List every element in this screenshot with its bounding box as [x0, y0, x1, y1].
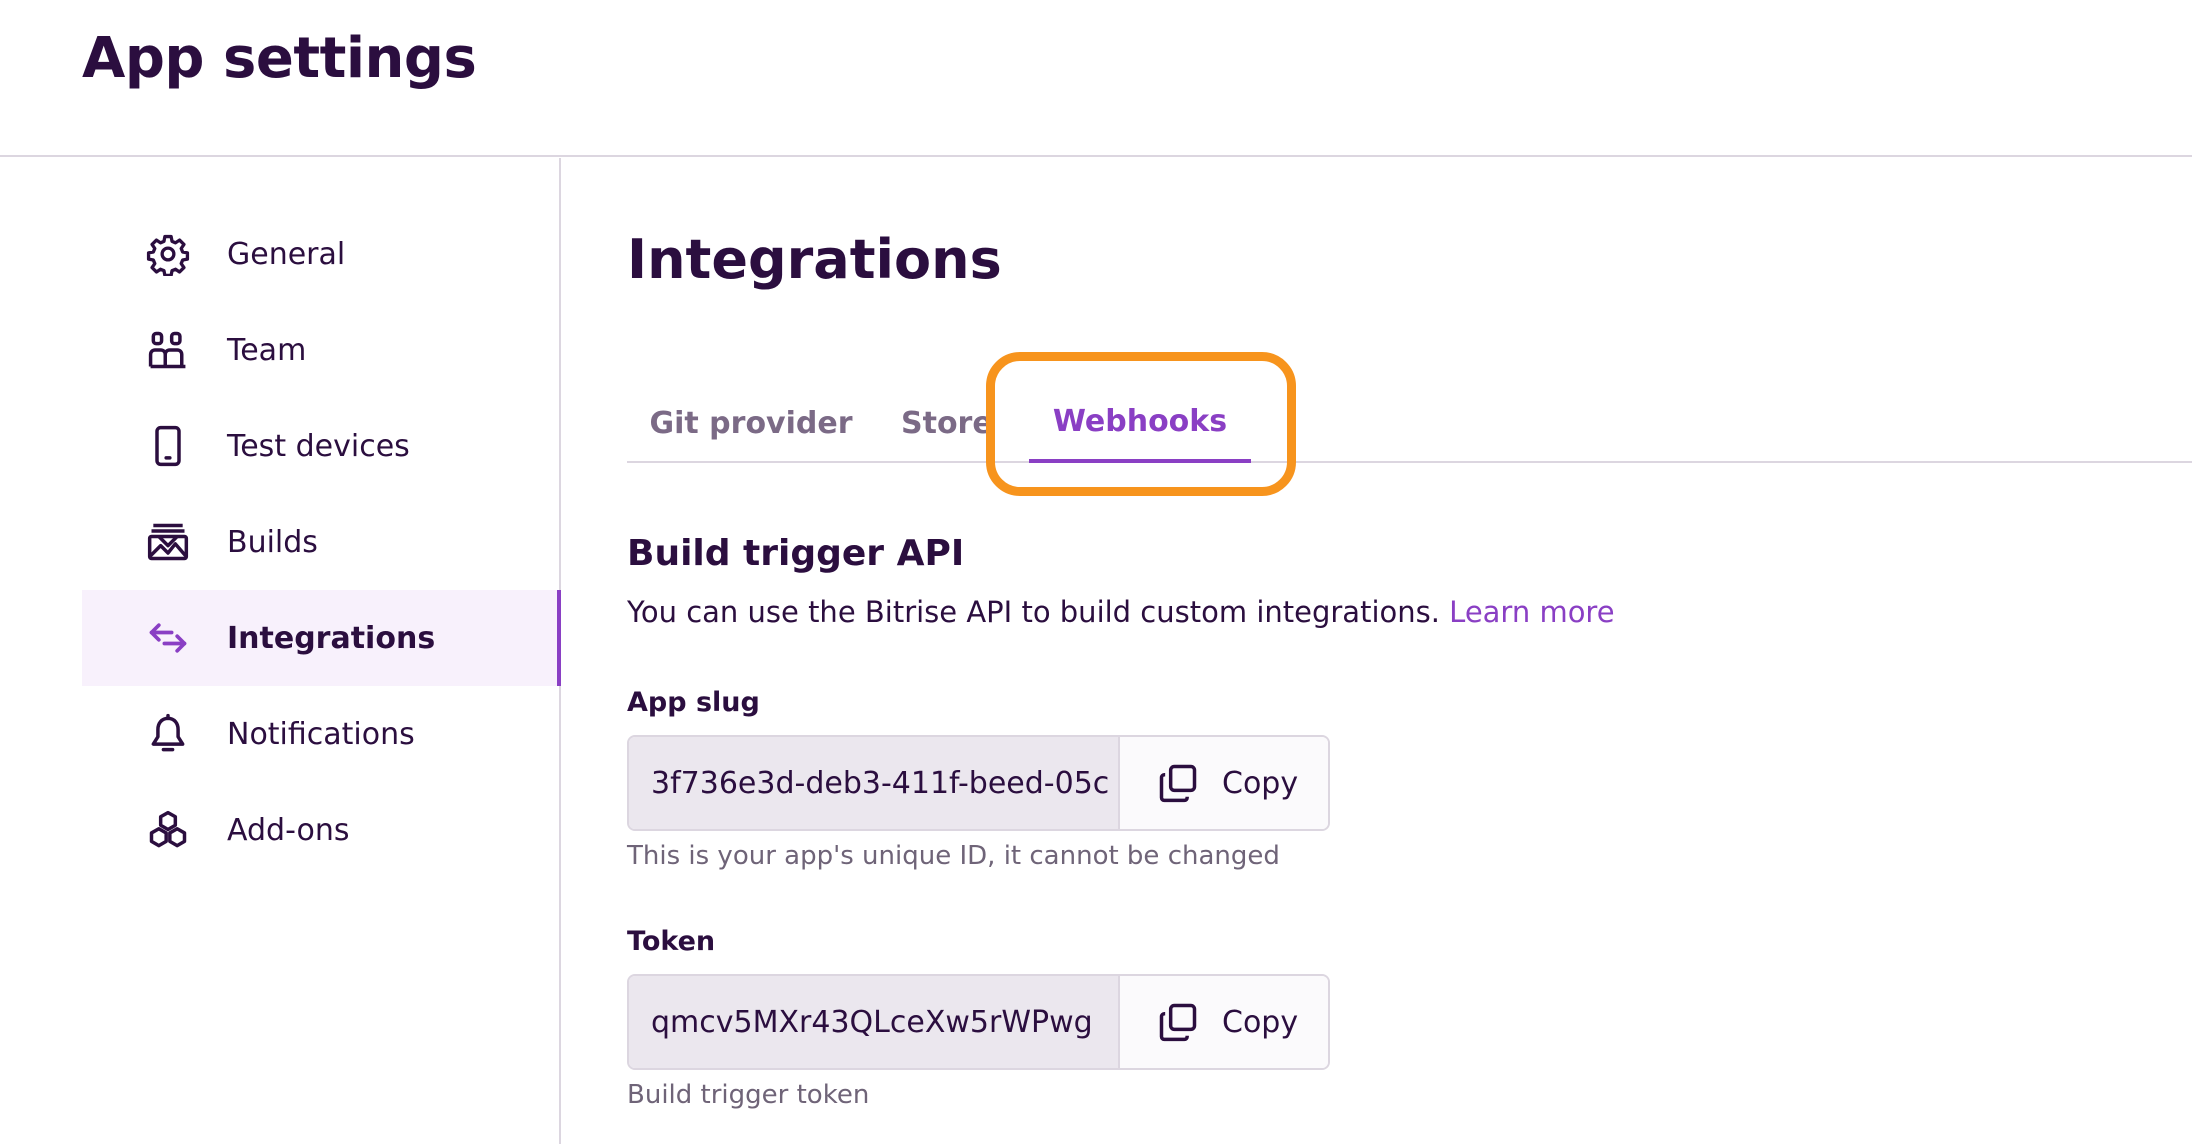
- arrows-exchange-icon: [146, 616, 190, 660]
- learn-more-link[interactable]: Learn more: [1449, 595, 1614, 629]
- description-text: You can use the Bitrise API to build cus…: [627, 595, 1440, 629]
- sidebar-item-notifications[interactable]: Notifications: [82, 686, 561, 782]
- sidebar-item-label: Add-ons: [227, 812, 350, 848]
- settings-sidebar: General Team Test devices Builds Integra…: [0, 158, 561, 1144]
- tab-webhooks[interactable]: Webhooks: [1029, 383, 1251, 463]
- token-field: qmcv5MXr43QLceXw5rWPwg Copy: [627, 974, 1330, 1070]
- section-page-title: Integrations: [627, 228, 1002, 291]
- copy-label: Copy: [1222, 1004, 1299, 1040]
- hexagons-icon: [146, 808, 190, 852]
- token-label: Token: [627, 926, 716, 957]
- gear-icon: [146, 232, 190, 276]
- sidebar-item-label: Builds: [227, 524, 318, 560]
- token-value[interactable]: qmcv5MXr43QLceXw5rWPwg: [629, 976, 1120, 1068]
- app-slug-helper: This is your app's unique ID, it cannot …: [627, 841, 1280, 871]
- copy-icon: [1159, 764, 1197, 803]
- tab-stores[interactable]: Stores: [901, 383, 989, 463]
- app-slug-value[interactable]: 3f736e3d-deb3-411f-beed-05c: [629, 737, 1120, 829]
- copy-icon: [1159, 1003, 1197, 1042]
- sidebar-item-label: Team: [227, 332, 307, 368]
- build-trigger-api-heading: Build trigger API: [627, 533, 965, 574]
- build-trigger-api-description: You can use the Bitrise API to build cus…: [627, 595, 1615, 629]
- sidebar-item-add-ons[interactable]: Add-ons: [82, 782, 561, 878]
- sidebar-item-team[interactable]: Team: [82, 302, 561, 398]
- sidebar-item-general[interactable]: General: [82, 206, 561, 302]
- tab-git-provider[interactable]: Git provider: [649, 383, 852, 463]
- integrations-tabs: Git provider Stores Webhooks: [627, 383, 2192, 463]
- bell-icon: [146, 712, 190, 756]
- copy-app-slug-button[interactable]: Copy: [1120, 737, 1328, 829]
- app-slug-field: 3f736e3d-deb3-411f-beed-05c Copy: [627, 735, 1330, 831]
- sidebar-item-label: General: [227, 236, 346, 272]
- builds-icon: [146, 520, 190, 564]
- tab-label: Stores: [901, 405, 989, 441]
- team-icon: [146, 328, 190, 372]
- sidebar-item-builds[interactable]: Builds: [82, 494, 561, 590]
- token-helper: Build trigger token: [627, 1080, 870, 1110]
- phone-icon: [146, 424, 190, 468]
- copy-label: Copy: [1222, 765, 1299, 801]
- sidebar-item-integrations[interactable]: Integrations: [82, 590, 561, 686]
- tab-label: Git provider: [649, 405, 853, 441]
- sidebar-item-test-devices[interactable]: Test devices: [82, 398, 561, 494]
- page-title: App settings: [82, 26, 477, 91]
- page-header: App settings: [0, 0, 2192, 157]
- copy-token-button[interactable]: Copy: [1120, 976, 1328, 1068]
- app-slug-label: App slug: [627, 687, 760, 718]
- sidebar-item-label: Test devices: [227, 428, 410, 464]
- sidebar-item-label: Notifications: [227, 716, 415, 752]
- sidebar-item-label: Integrations: [227, 620, 436, 656]
- tab-label: Webhooks: [1052, 403, 1228, 439]
